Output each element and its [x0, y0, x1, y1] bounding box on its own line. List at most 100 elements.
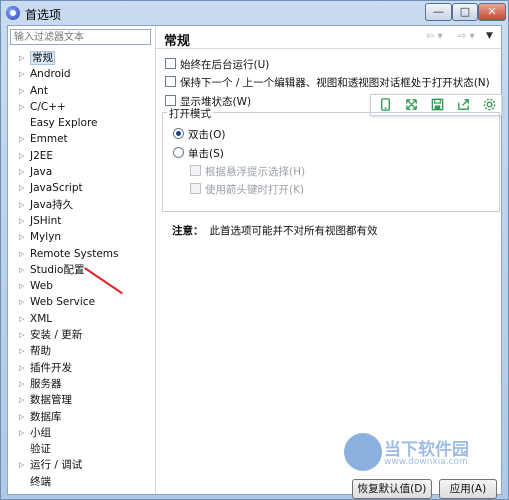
- tree-item[interactable]: ▷ 数据库: [8, 409, 155, 425]
- tree-item-label: 帮助: [30, 345, 51, 358]
- watermark: 当下软件园 www.downxia.com: [344, 433, 469, 473]
- left-panel: ▷常规▷Android▷Ant▷C/C++Easy Explore▷Emmet▷…: [8, 26, 156, 494]
- expand-arrow-icon[interactable]: ▷: [19, 457, 24, 473]
- expand-arrow-icon[interactable]: ▷: [19, 50, 24, 66]
- expand-arrow-icon[interactable]: ▷: [19, 327, 24, 343]
- checkbox-box[interactable]: [165, 95, 176, 106]
- expand-arrow-icon[interactable]: ▷: [19, 66, 24, 82]
- close-button[interactable]: ✕: [478, 3, 506, 21]
- tree-item-label: 小组: [30, 426, 51, 439]
- expand-arrow-icon[interactable]: ▷: [19, 278, 24, 294]
- expand-arrow-icon[interactable]: ▷: [19, 131, 24, 147]
- checkbox-box: [190, 165, 201, 176]
- expand-arrow-icon[interactable]: ▷: [19, 83, 24, 99]
- title-bar[interactable]: 首选项 — □ ✕: [1, 1, 508, 25]
- tree-item[interactable]: ▷ JavaScript: [8, 180, 155, 196]
- minimize-button[interactable]: —: [425, 3, 452, 21]
- expand-arrow-icon[interactable]: ▷: [19, 425, 24, 441]
- expand-arrow-icon[interactable]: ▷: [19, 343, 24, 359]
- tree-item-label: C/C++: [30, 100, 66, 113]
- tree-item[interactable]: ▷ 运行 / 调试: [8, 457, 155, 473]
- expand-arrow-icon[interactable]: ▷: [19, 376, 24, 392]
- expand-arrow-icon[interactable]: ▷: [19, 294, 24, 310]
- tree-item[interactable]: 验证: [8, 441, 155, 457]
- tree-item[interactable]: ▷ 常规: [8, 50, 155, 66]
- tree-item-label: 运行 / 调试: [30, 459, 83, 472]
- expand-arrow-icon[interactable]: ▷: [19, 392, 24, 408]
- expand-arrow-icon[interactable]: ▷: [19, 262, 24, 278]
- tree-item-label: 数据管理: [30, 394, 72, 407]
- tree-item-label: JavaScript: [30, 182, 83, 195]
- restore-defaults-button[interactable]: 恢复默认值(D): [352, 479, 432, 499]
- expand-arrow-icon[interactable]: ▷: [19, 180, 24, 196]
- tree-item[interactable]: ▷ Java持久: [8, 197, 155, 213]
- tree-item[interactable]: ▷ 服务器: [8, 376, 155, 392]
- radio-circle[interactable]: [173, 147, 184, 158]
- tree-item[interactable]: ▷ Emmet: [8, 131, 155, 147]
- tree-item[interactable]: ▷ 帮助: [8, 343, 155, 359]
- tree-item[interactable]: ▷ 数据管理: [8, 392, 155, 408]
- tree-item[interactable]: ▷ Remote Systems: [8, 246, 155, 262]
- expand-arrow-icon[interactable]: ▷: [19, 213, 24, 229]
- expand-icon[interactable]: [404, 97, 419, 112]
- tree-item[interactable]: 终端: [8, 474, 155, 490]
- tree-item[interactable]: ▷ Mylyn: [8, 229, 155, 245]
- tree-item[interactable]: ▷ Ant: [8, 83, 155, 99]
- expand-arrow-icon[interactable]: ▷: [19, 164, 24, 180]
- tree-item[interactable]: ▷ 插件开发: [8, 360, 155, 376]
- expand-arrow-icon[interactable]: ▷: [19, 148, 24, 164]
- tree-item[interactable]: ▷ C/C++: [8, 99, 155, 115]
- header-divider: [156, 48, 501, 49]
- tree-item[interactable]: ▷ JSHint: [8, 213, 155, 229]
- apply-button[interactable]: 应用(A): [439, 479, 497, 499]
- tree-item[interactable]: ▷ 小组: [8, 425, 155, 441]
- filter-input[interactable]: [10, 29, 151, 45]
- share-icon[interactable]: [456, 97, 471, 112]
- tree-item[interactable]: ▷ J2EE: [8, 148, 155, 164]
- back-arrow-icon[interactable]: ⇦ ▾: [426, 31, 443, 42]
- expand-arrow-icon[interactable]: ▷: [19, 246, 24, 262]
- tree-item[interactable]: ▷ XML: [8, 311, 155, 327]
- tree-item-label: Studio配置: [30, 263, 85, 276]
- radio-circle[interactable]: [173, 128, 184, 139]
- expand-arrow-icon[interactable]: ▷: [19, 197, 24, 213]
- tree-item[interactable]: ▷ Web: [8, 278, 155, 294]
- double-click-radio[interactable]: 双击(O): [173, 127, 225, 142]
- expand-arrow-icon[interactable]: ▷: [19, 99, 24, 115]
- expand-arrow-icon[interactable]: ▷: [19, 360, 24, 376]
- open-mode-group: 打开模式 双击(O) 单击(S) 根据悬浮提示选择(H) 使用箭头键时打开(K): [162, 106, 500, 212]
- keep-dialogs-open-checkbox[interactable]: 保持下一个 / 上一个编辑器、视图和透视图对话框处于打开状态(N): [165, 75, 490, 90]
- window-title: 首选项: [25, 8, 62, 22]
- expand-arrow-icon[interactable]: ▷: [19, 311, 24, 327]
- checkbox-box[interactable]: [165, 58, 176, 69]
- checkbox-box[interactable]: [165, 76, 176, 87]
- tree-item-label: Java持久: [30, 198, 74, 211]
- tree-item-label: XML: [30, 312, 53, 325]
- tree-item[interactable]: ▷ 安装 / 更新: [8, 327, 155, 343]
- forward-arrow-icon[interactable]: ⇨ ▾: [458, 31, 475, 42]
- save-icon[interactable]: [430, 97, 445, 112]
- tree-item[interactable]: ▷ Web Service: [8, 294, 155, 310]
- right-panel: 常规 ⇦ ▾ ⇨ ▾ ▼ 始终在后台运行(U) 保持下一个 / 上一个编辑器、视…: [156, 26, 502, 494]
- tree-item-label: Remote Systems: [30, 247, 119, 260]
- tree-item-label: Mylyn: [30, 231, 62, 244]
- single-click-radio[interactable]: 单击(S): [173, 146, 224, 161]
- settings-gear-icon[interactable]: [482, 97, 497, 112]
- tree-item[interactable]: ▷ Java: [8, 164, 155, 180]
- tree-item[interactable]: Easy Explore: [8, 115, 155, 131]
- tree-item[interactable]: ▷ Android: [8, 66, 155, 82]
- dialog-client: ▷常规▷Android▷Ant▷C/C++Easy Explore▷Emmet▷…: [7, 25, 502, 499]
- open-mode-label: 打开模式: [167, 106, 213, 121]
- phone-icon[interactable]: [378, 97, 393, 112]
- run-in-background-checkbox[interactable]: 始终在后台运行(U): [165, 57, 269, 72]
- tree-item[interactable]: ▷ Studio配置: [8, 262, 155, 278]
- watermark-url: www.downxia.com: [384, 457, 468, 467]
- preferences-window: 首选项 — □ ✕ ▷ 常规 ▷ Android ▷ Ant ▷ C/C++ Easy Expl…: [0, 0, 509, 500]
- view-menu-icon[interactable]: ▼: [486, 31, 493, 41]
- tree-item-label: 常规: [30, 51, 55, 65]
- expand-arrow-icon[interactable]: ▷: [19, 409, 24, 425]
- note-text: 注意： 此首选项可能并不对所有视图都有效: [172, 223, 378, 238]
- expand-arrow-icon[interactable]: ▷: [19, 229, 24, 245]
- note-body: 此首选项可能并不对所有视图都有效: [209, 225, 378, 237]
- maximize-button[interactable]: □: [452, 3, 478, 21]
